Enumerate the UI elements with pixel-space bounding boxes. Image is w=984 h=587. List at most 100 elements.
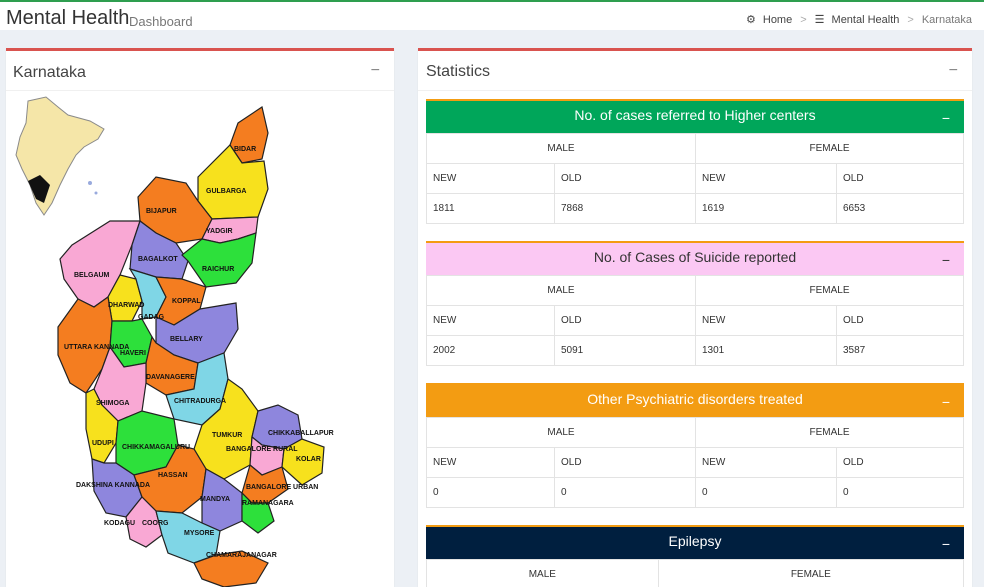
- panel-header: Epilepsy −: [426, 527, 964, 559]
- map-label-bidar: BIDAR: [234, 146, 256, 153]
- col-header: OLD: [836, 447, 964, 478]
- map-label-kodagu: KODAGU: [104, 520, 135, 527]
- panel-higher-centers: No. of cases referred to Higher centers …: [426, 99, 964, 224]
- map-label-bellary: BELLARY: [170, 336, 203, 343]
- map-label-chamarajanagar: CHAMARAJANAGAR: [206, 552, 277, 559]
- panel-header: No. of Cases of Suicide reported −: [426, 243, 964, 275]
- map-label-hassan: HASSAN: [158, 472, 188, 479]
- statistics-box: Statistics − No. of cases referred to Hi…: [418, 48, 972, 587]
- value-cell: 1619: [695, 193, 837, 224]
- karnataka-map-box: Karnataka − BIDAR GULBARGA BIJAPUR YADGI…: [6, 48, 394, 587]
- map-label-ramanagara: RAMANAGARA: [242, 500, 294, 507]
- map-box-title: Karnataka: [13, 64, 86, 81]
- col-header: NEW: [426, 163, 555, 194]
- female-header: FEMALE: [695, 417, 964, 448]
- male-header: MALE: [426, 133, 696, 164]
- panel-suicide-cases: No. of Cases of Suicide reported − MALE …: [426, 241, 964, 366]
- value-cell: 0: [695, 477, 837, 508]
- value-cell: 0: [554, 477, 696, 508]
- breadcrumb-separator: >: [907, 13, 914, 26]
- panel-header: No. of cases referred to Higher centers …: [426, 101, 964, 133]
- stat-table: MALE FEMALE NEW OLD NEW OLD 2002 5091 13…: [426, 275, 964, 366]
- female-header: FEMALE: [695, 133, 964, 164]
- stat-table: MALE FEMALE NEW OLD NEW OLD 1811 7868 16…: [426, 133, 964, 224]
- breadcrumb-current: Karnataka: [921, 13, 972, 26]
- col-header: OLD: [836, 163, 964, 194]
- map-label-bagalkot: BAGALKOT: [138, 256, 178, 263]
- map-label-bangalore-urban: BANGALORE URBAN: [246, 484, 318, 491]
- map-label-mysore: MYSORE: [184, 530, 215, 537]
- page-subtitle: Dashboard: [129, 14, 193, 29]
- list-icon: ☰: [814, 14, 825, 26]
- panel-title: Epilepsy: [668, 533, 722, 549]
- map-label-udupi: UDUPI: [92, 440, 114, 447]
- male-header: MALE: [426, 559, 659, 587]
- map-label-chitradurga: CHITRADURGA: [174, 398, 226, 405]
- value-cell: 2002: [426, 335, 555, 366]
- map-label-mandya: MANDYA: [200, 496, 230, 503]
- minimize-button[interactable]: −: [942, 252, 950, 268]
- col-header: NEW: [695, 447, 837, 478]
- breadcrumb: ⚙ Home > ☰ Mental Health > Karnataka: [746, 13, 972, 27]
- minimize-button[interactable]: −: [942, 536, 950, 552]
- map-label-belgaum: BELGAUM: [74, 272, 110, 279]
- box-header: Karnataka −: [6, 51, 394, 91]
- panel-epilepsy: Epilepsy − MALE FEMALE: [426, 525, 965, 587]
- panel-title: Other Psychiatric disorders treated: [587, 391, 803, 407]
- value-cell: 0: [836, 477, 964, 508]
- collapse-button[interactable]: −: [949, 62, 958, 80]
- map-label-tumkur: TUMKUR: [212, 432, 242, 439]
- map-label-chikkaballapur: CHIKKABALLAPUR: [268, 430, 334, 437]
- map-label-davanagere: DAVANAGERE: [146, 374, 195, 381]
- male-header: MALE: [426, 275, 696, 306]
- panel-psychiatric-disorders: Other Psychiatric disorders treated − MA…: [426, 383, 964, 508]
- col-header: NEW: [426, 305, 555, 336]
- value-cell: 0: [426, 477, 555, 508]
- stat-table: MALE FEMALE NEW OLD NEW OLD 0 0 0 0: [426, 417, 964, 508]
- map-label-coorg: COORG: [142, 520, 169, 527]
- breadcrumb-separator: >: [800, 13, 807, 26]
- col-header: OLD: [836, 305, 964, 336]
- value-cell: 1811: [426, 193, 555, 224]
- map-label-gadag: GADAG: [138, 314, 165, 321]
- col-header: NEW: [695, 305, 837, 336]
- value-cell: 7868: [554, 193, 696, 224]
- map-label-shimoga: SHIMOGA: [96, 400, 129, 407]
- breadcrumb-mental-health[interactable]: Mental Health: [832, 14, 900, 26]
- map-label-bangalore-rural: BANGALORE RURAL: [226, 446, 298, 453]
- map-label-dharwad: DHARWAD: [108, 302, 144, 309]
- col-header: NEW: [426, 447, 555, 478]
- top-header: Mental Health Dashboard ⚙ Home > ☰ Menta…: [0, 0, 984, 30]
- male-header: MALE: [426, 417, 696, 448]
- india-inset-map: [15, 96, 105, 216]
- female-header: FEMALE: [657, 559, 965, 587]
- col-header: OLD: [554, 447, 696, 478]
- col-header: NEW: [695, 163, 837, 194]
- map-label-kolar: KOLAR: [296, 456, 321, 463]
- panel-header: Other Psychiatric disorders treated −: [426, 385, 964, 417]
- map-label-raichur: RAICHUR: [202, 266, 234, 273]
- value-cell: 5091: [554, 335, 696, 366]
- col-header: OLD: [554, 163, 696, 194]
- value-cell: 1301: [695, 335, 837, 366]
- map-label-chikkamagaluru: CHIKKAMAGALURU: [122, 444, 190, 451]
- map-label-gulbarga: GULBARGA: [206, 188, 246, 195]
- statistics-title: Statistics: [426, 63, 491, 80]
- panel-title: No. of Cases of Suicide reported: [593, 249, 797, 265]
- karnataka-district-map[interactable]: BIDAR GULBARGA BIJAPUR YADGIR BELGAUM BA…: [6, 93, 394, 587]
- map-label-haveri: HAVERI: [120, 350, 146, 357]
- female-header: FEMALE: [695, 275, 964, 306]
- value-cell: 6653: [836, 193, 964, 224]
- value-cell: 3587: [836, 335, 964, 366]
- stat-table: MALE FEMALE: [426, 559, 965, 587]
- collapse-button[interactable]: −: [371, 62, 380, 80]
- breadcrumb-home[interactable]: Home: [763, 14, 792, 26]
- box-header: Statistics −: [418, 51, 972, 91]
- map-label-yadgir: YADGIR: [206, 228, 233, 235]
- page-title: Mental Health: [6, 7, 130, 29]
- map-label-koppal: KOPPAL: [172, 298, 201, 305]
- map-label-dakshina-kannada: DAKSHINA KANNADA: [76, 482, 150, 489]
- minimize-button[interactable]: −: [942, 110, 950, 126]
- minimize-button[interactable]: −: [942, 394, 950, 410]
- col-header: OLD: [554, 305, 696, 336]
